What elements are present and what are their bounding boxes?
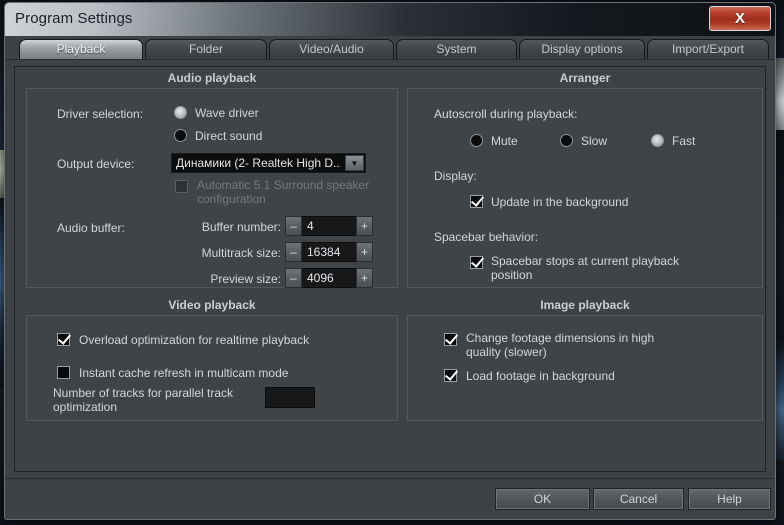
group-box-image-playback: Change footage dimensions in high qualit… bbox=[407, 315, 763, 421]
tab-folder[interactable]: Folder bbox=[145, 39, 267, 59]
group-image-playback: Image playback Change footage dimensions… bbox=[407, 298, 763, 421]
label-multitrack-size: Multitrack size: bbox=[201, 246, 281, 260]
label-load-footage-background: Load footage in background bbox=[466, 369, 615, 383]
help-button[interactable]: Help bbox=[688, 488, 771, 510]
checkbox-instant-cache-refresh[interactable] bbox=[57, 366, 70, 379]
checkbox-automatic-surround bbox=[175, 180, 188, 193]
tab-system[interactable]: System bbox=[396, 39, 517, 59]
program-settings-dialog: Program Settings X Playback Folder Video… bbox=[4, 2, 776, 520]
buffer-number-increment[interactable]: + bbox=[356, 216, 373, 236]
checkbox-spacebar-stops[interactable] bbox=[470, 256, 483, 269]
label-update-in-background: Update in the background bbox=[491, 195, 629, 209]
group-title-arranger: Arranger bbox=[559, 71, 611, 85]
group-box-audio-playback: Driver selection: Wave driver Direct sou… bbox=[26, 88, 398, 288]
buffer-number-value[interactable]: 4 bbox=[302, 216, 356, 236]
label-display: Display: bbox=[434, 169, 477, 183]
label-autoscroll-slow: Slow bbox=[581, 134, 608, 148]
radio-wave-driver[interactable] bbox=[174, 106, 187, 119]
tab-strip: Playback Folder Video/Audio System Displ… bbox=[5, 36, 775, 59]
tab-content-playback: Audio playback Driver selection: Wave dr… bbox=[5, 59, 775, 478]
cancel-button[interactable]: Cancel bbox=[593, 488, 684, 510]
desktop-edge-strip-right-blue bbox=[775, 340, 784, 460]
preview-size-value[interactable]: 4096 bbox=[302, 268, 356, 288]
output-device-value: Динамики (2- Realtek High D... bbox=[176, 156, 341, 170]
spinner-multitrack-size[interactable]: – 16384 + bbox=[285, 242, 373, 262]
checkbox-overload-optimization[interactable] bbox=[57, 333, 70, 346]
checkbox-load-footage-background[interactable] bbox=[444, 369, 457, 382]
label-wave-driver: Wave driver bbox=[195, 106, 259, 120]
label-autoscroll: Autoscroll during playback: bbox=[434, 107, 578, 121]
radio-autoscroll-mute[interactable] bbox=[470, 134, 483, 147]
tab-import-export[interactable]: Import/Export bbox=[647, 39, 769, 59]
label-spacebar-behavior: Spacebar behavior: bbox=[434, 230, 539, 244]
dialog-footer: OK Cancel Help bbox=[5, 478, 775, 519]
label-audio-buffer: Audio buffer: bbox=[57, 221, 125, 235]
label-output-device: Output device: bbox=[57, 157, 135, 171]
label-spacebar-stops: Spacebar stops at current playback posit… bbox=[491, 254, 680, 282]
parallel-tracks-input[interactable] bbox=[265, 387, 315, 408]
output-device-combobox[interactable]: Динамики (2- Realtek High D... ▼ bbox=[171, 153, 366, 173]
multitrack-size-increment[interactable]: + bbox=[356, 242, 373, 262]
label-parallel-track-optimization: Number of tracks for parallel track opti… bbox=[53, 386, 234, 414]
checkbox-update-in-background[interactable] bbox=[470, 195, 483, 208]
spinner-buffer-number[interactable]: – 4 + bbox=[285, 216, 373, 236]
label-direct-sound: Direct sound bbox=[195, 129, 263, 143]
ok-button[interactable]: OK bbox=[495, 488, 590, 510]
group-box-video-playback: Overload optimization for realtime playb… bbox=[26, 315, 398, 421]
radio-autoscroll-slow[interactable] bbox=[560, 134, 573, 147]
group-video-playback: Video playback Overload optimization for… bbox=[26, 298, 398, 421]
label-driver-selection: Driver selection: bbox=[57, 107, 144, 121]
radio-direct-sound[interactable] bbox=[174, 129, 187, 142]
preview-size-increment[interactable]: + bbox=[356, 268, 373, 288]
radio-autoscroll-fast[interactable] bbox=[651, 134, 664, 147]
desktop-edge-strip-right-dark bbox=[775, 130, 784, 340]
tab-playback[interactable]: Playback bbox=[19, 39, 143, 59]
group-title-image-playback: Image playback bbox=[540, 298, 630, 312]
title-bar: Program Settings X bbox=[5, 3, 775, 36]
preview-size-decrement[interactable]: – bbox=[285, 268, 302, 288]
close-button[interactable]: X bbox=[709, 6, 771, 31]
label-overload-optimization: Overload optimization for realtime playb… bbox=[79, 333, 310, 347]
label-change-footage-dimensions: Change footage dimensions in high qualit… bbox=[466, 331, 655, 359]
desktop-edge-strip-right-gray bbox=[775, 58, 784, 130]
label-autoscroll-mute: Mute bbox=[491, 134, 518, 148]
label-preview-size: Preview size: bbox=[210, 272, 281, 286]
label-buffer-number: Buffer number: bbox=[201, 220, 281, 234]
group-title-video-playback: Video playback bbox=[168, 298, 256, 312]
label-automatic-surround: Automatic 5.1 Surround speaker configura… bbox=[197, 178, 370, 206]
tab-video-audio[interactable]: Video/Audio bbox=[269, 39, 394, 59]
group-arranger: Arranger Autoscroll during playback: Mut… bbox=[407, 71, 763, 288]
content-panel: Audio playback Driver selection: Wave dr… bbox=[14, 66, 766, 472]
group-title-audio-playback: Audio playback bbox=[167, 71, 257, 85]
buffer-number-decrement[interactable]: – bbox=[285, 216, 302, 236]
label-autoscroll-fast: Fast bbox=[672, 134, 696, 148]
group-audio-playback: Audio playback Driver selection: Wave dr… bbox=[26, 71, 398, 288]
label-instant-cache-refresh: Instant cache refresh in multicam mode bbox=[79, 366, 289, 380]
checkbox-change-footage-dimensions[interactable] bbox=[444, 333, 457, 346]
multitrack-size-value[interactable]: 16384 bbox=[302, 242, 356, 262]
window-title: Program Settings bbox=[15, 10, 133, 27]
tab-display-options[interactable]: Display options bbox=[519, 39, 645, 59]
group-box-arranger: Autoscroll during playback: Mute Slow Fa… bbox=[407, 88, 763, 288]
spinner-preview-size[interactable]: – 4096 + bbox=[285, 268, 373, 288]
chevron-down-icon[interactable]: ▼ bbox=[345, 155, 364, 171]
multitrack-size-decrement[interactable]: – bbox=[285, 242, 302, 262]
